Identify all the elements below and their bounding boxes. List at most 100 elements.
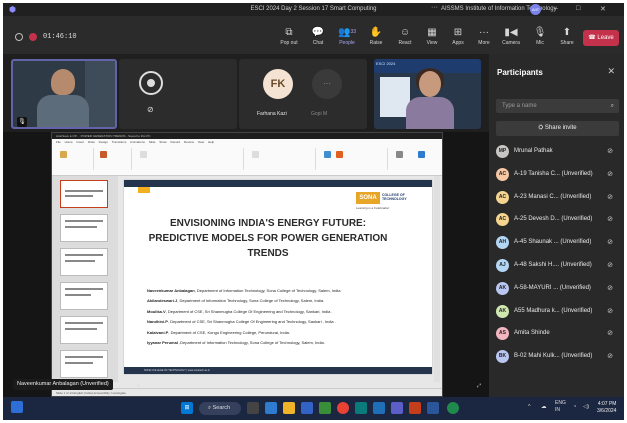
ribbon-group-font [134, 148, 244, 170]
ribbon-group-editing [390, 148, 440, 170]
search-input[interactable]: ⌕ Search [199, 402, 241, 415]
more-options-button[interactable]: ··· [431, 4, 438, 11]
wifi-icon[interactable]: ◔ [573, 404, 576, 410]
expand-icon[interactable]: ⤢ [477, 383, 481, 389]
apps-icon: ⊞ [453, 27, 463, 38]
task-view-icon[interactable] [247, 402, 259, 414]
camera-button[interactable]: ▮◀ Camera [498, 26, 524, 46]
mic-off-icon: ⊘ [607, 261, 613, 269]
pop-out-icon: ⧉ [285, 27, 293, 38]
search-input[interactable]: Type a name ⌕ [496, 99, 619, 113]
meeting-timer: 01:46:10 [43, 33, 77, 41]
slide-thumbnail[interactable] [60, 350, 108, 378]
share-invite-button[interactable]: ⛭ Share invite [496, 121, 619, 136]
close-icon[interactable]: ✕ [607, 66, 615, 77]
zoom-app-icon[interactable] [265, 402, 277, 414]
slide-thumbnail[interactable] [60, 214, 108, 242]
account-avatar[interactable]: AIIT [530, 4, 541, 15]
avatar-gray: ··· [312, 69, 342, 99]
list-item[interactable]: AC A-25 Devesh D... (Unverified) ⊘ [496, 208, 621, 231]
add-icon[interactable]: + [137, 383, 140, 389]
panel-title: Participants [497, 68, 543, 77]
current-slide[interactable]: SONA COLLEGE OF TECHNOLOGY Learning is a… [124, 180, 432, 374]
pop-out-button[interactable]: ⧉ Pop out [276, 26, 302, 46]
store-icon[interactable] [301, 402, 313, 414]
tray-region: IN [555, 407, 560, 413]
mic-button[interactable]: 🎙 Mic [527, 26, 553, 46]
list-item[interactable]: AJ A-48 Sakshi H.... (Unverified) ⊘ [496, 254, 621, 277]
volume-icon[interactable]: ◁) [583, 404, 589, 410]
calendar-icon[interactable] [319, 402, 331, 414]
system-clock[interactable]: 4:07 PM 3/6/2024 [597, 401, 616, 415]
slide-thumbnail[interactable] [60, 316, 108, 344]
raise-hand-button[interactable]: ✋ Raise [363, 26, 389, 46]
chat-button[interactable]: 💬 Chat [305, 26, 331, 46]
recording-icon [29, 33, 37, 41]
word-icon[interactable] [427, 402, 439, 414]
share-invite-label: Share invite [544, 125, 577, 131]
list-item[interactable]: MP Mrunal Pathak ⊘ [496, 140, 621, 163]
share-button[interactable]: ⬆ Share [554, 26, 580, 46]
list-item[interactable]: BK B-02 Mahi Kulk... (Unverified) ⊘ [496, 345, 621, 368]
slide-footer: SONA COLLEGE OF TECHNOLOGY | www.sonatec… [124, 367, 432, 374]
list-item[interactable]: AH A-45 Shaunak ... (Unverified) ⊘ [496, 231, 621, 254]
shapes-icon [324, 151, 331, 158]
people-button[interactable]: 👥33 People [334, 26, 360, 46]
author-name: Iyyanar Perumal [147, 339, 178, 345]
video-tile-speaker[interactable]: ESCI 2024 [374, 59, 481, 129]
list-item[interactable]: AS Amita Shinde ⊘ [496, 322, 621, 345]
react-button[interactable]: ☺ React [392, 26, 418, 46]
app-icon[interactable] [373, 402, 385, 414]
clock-date: 3/6/2024 [597, 408, 617, 414]
onedrive-icon[interactable]: ☁ [541, 404, 547, 410]
logo-mark: SONA [356, 192, 380, 204]
ppt-ribbon: File Home Insert Draw Design Transitions… [52, 139, 442, 176]
video-tile-logo[interactable]: ⊘ [119, 59, 237, 129]
language-indicator[interactable]: ENG IN [555, 400, 566, 414]
more-button[interactable]: ··· More [471, 26, 497, 46]
video-tile-camera[interactable]: 🎙 [11, 59, 117, 129]
powerpoint-icon[interactable] [409, 402, 421, 414]
ribbon-group-paragraph [246, 148, 316, 170]
people-label: People [339, 40, 355, 46]
apps-button[interactable]: ⊞ Apps [445, 26, 471, 46]
windows-start-icon[interactable]: ⊞ [181, 402, 193, 414]
maximize-button[interactable]: □ [576, 5, 580, 12]
author-line: Naveenkumar Anbalagan, Department of Inf… [147, 286, 427, 296]
app-icon-2[interactable] [447, 402, 459, 414]
list-item[interactable]: AK A55 Madhura k... (Unverified) ⊘ [496, 300, 621, 323]
slide-thumbnail[interactable] [60, 282, 108, 310]
slide-top-band [124, 180, 432, 187]
slide-accent [138, 187, 150, 193]
widgets-icon[interactable] [11, 401, 23, 413]
view-label: View [426, 40, 438, 46]
slide-thumbnail[interactable] [60, 180, 108, 208]
participant-name: Mrunal Pathak [514, 148, 553, 154]
list-item[interactable]: AC A-19 Tanisha C... (Unverified) ⊘ [496, 163, 621, 186]
search-label: Search [212, 405, 231, 411]
author-line: Moulika.V, Department of CSE, Sri Shanmu… [147, 307, 427, 317]
chrome-icon[interactable] [337, 402, 349, 414]
edge-icon[interactable] [355, 402, 367, 414]
teams-icon[interactable] [391, 402, 403, 414]
close-button[interactable]: ✕ [600, 5, 606, 13]
vertical-scrollbar[interactable] [434, 176, 440, 382]
list-item[interactable]: AK A-58-MAYURI ... (Unverified) ⊘ [496, 277, 621, 300]
list-item[interactable]: AC A-23 Manasi C... (Unverified) ⊘ [496, 186, 621, 209]
shield-icon [15, 33, 23, 41]
video-tile-avatars[interactable]: FK ··· Farhana Kazi Gopi M [239, 59, 367, 129]
paste-icon [60, 151, 67, 158]
leave-label: Leave [597, 35, 614, 41]
file-explorer-icon[interactable] [283, 402, 295, 414]
minimize-button[interactable]: – [554, 5, 558, 12]
author-affiliation: ,Department of Information Technology, S… [177, 339, 325, 345]
slide-thumbnail[interactable] [60, 248, 108, 276]
search-icon: ⌕ [610, 103, 614, 109]
avatar: AC [496, 213, 509, 227]
avatar: AK [496, 304, 509, 318]
author-name: Naveenkumar Anbalagan [147, 288, 195, 293]
view-button[interactable]: ▦ View [419, 26, 445, 46]
new-slide-icon [100, 151, 107, 158]
chevron-up-icon[interactable]: ^ [528, 404, 531, 410]
leave-button[interactable]: ☎ Leave [583, 30, 619, 46]
